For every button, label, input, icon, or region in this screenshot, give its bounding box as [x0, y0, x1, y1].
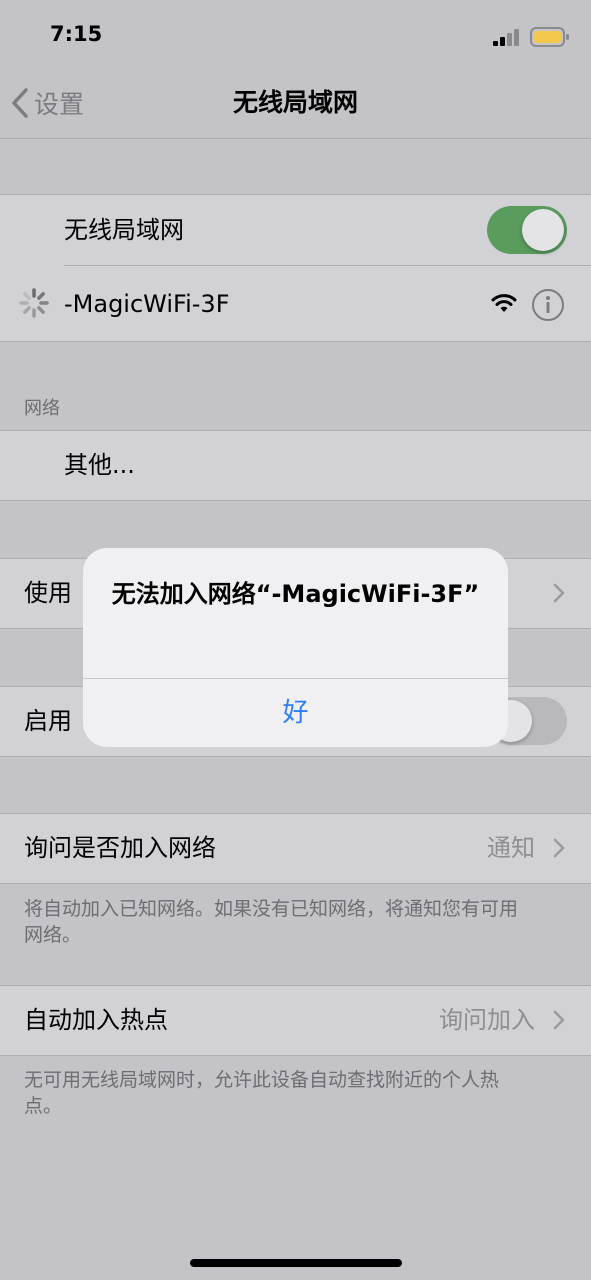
home-indicator[interactable]	[190, 1259, 402, 1267]
page-title: 无线局域网	[232, 88, 358, 117]
cellular-signal-icon	[493, 29, 519, 46]
toggle-knob	[522, 209, 564, 251]
other-network-row[interactable]: 其他...	[0, 430, 591, 501]
alert-dialog: 无法加入网络“-MagicWiFi-3F” 好	[83, 548, 508, 747]
loading-spinner-icon	[19, 288, 49, 318]
current-network-name[interactable]: -MagicWiFi-3F	[64, 288, 230, 320]
alert-title: 无法加入网络“-MagicWiFi-3F”	[111, 580, 480, 608]
divider	[64, 265, 591, 266]
info-icon[interactable]	[531, 288, 565, 322]
chevron-right-icon	[553, 838, 565, 858]
auto-hotspot-footer: 无可用无线局域网时，允许此设备自动查找附近的个人热点。	[24, 1069, 500, 1117]
ask-join-footer: 将自动加入已知网络。如果没有已知网络，将通知您有可用网络。	[24, 898, 519, 946]
wifi-signal-icon	[491, 294, 517, 312]
ask-join-row[interactable]: 询问是否加入网络 通知	[0, 813, 591, 884]
ask-join-label: 询问是否加入网络	[24, 834, 216, 862]
chevron-right-icon	[553, 1010, 565, 1030]
wifi-toggle-label: 无线局域网	[64, 216, 184, 244]
battery-icon	[530, 27, 569, 47]
status-time: 7:15	[50, 22, 103, 46]
wifi-group: 无线局域网 -MagicWiFi-3F	[0, 194, 591, 342]
enable-row-label: 启用	[24, 707, 72, 735]
chevron-right-icon	[553, 583, 565, 603]
alert-ok-button[interactable]: 好	[83, 679, 508, 747]
use-row-label: 使用	[24, 579, 72, 607]
ask-join-value: 通知	[487, 834, 535, 862]
wifi-toggle[interactable]	[487, 206, 567, 254]
other-network-label: 其他...	[64, 451, 135, 479]
auto-hotspot-value: 询问加入	[439, 1006, 535, 1034]
networks-section-header: 网络	[24, 398, 60, 419]
auto-hotspot-row[interactable]: 自动加入热点 询问加入	[0, 985, 591, 1056]
auto-hotspot-label: 自动加入热点	[24, 1006, 168, 1034]
